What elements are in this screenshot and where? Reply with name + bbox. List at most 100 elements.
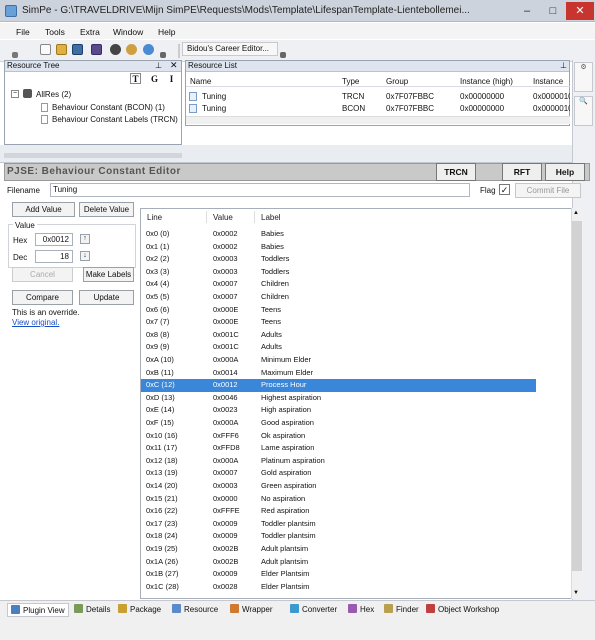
career-editor-dropdown[interactable]: Bidou's Career Editor... bbox=[182, 42, 278, 56]
col-line[interactable]: Line bbox=[147, 213, 162, 222]
open-folder-icon[interactable] bbox=[56, 44, 67, 55]
table-row[interactable]: 0x15 (21) 0x0000 No aspiration bbox=[141, 493, 536, 506]
table-row[interactable]: 0x1 (1) 0x0002 Babies bbox=[141, 241, 536, 254]
users-icon[interactable] bbox=[126, 44, 137, 55]
help-button[interactable]: Help bbox=[545, 163, 585, 181]
chevron-down-icon[interactable] bbox=[280, 52, 286, 58]
tgi-g-button[interactable]: G bbox=[149, 73, 160, 84]
tab-converter[interactable]: Converter bbox=[290, 603, 337, 617]
tab-resource[interactable]: Resource bbox=[172, 603, 218, 617]
table-row[interactable]: 0xD (13) 0x0046 Highest aspiration bbox=[141, 392, 536, 405]
close-file-icon[interactable] bbox=[110, 44, 121, 55]
col-type[interactable]: Type bbox=[342, 77, 359, 86]
view-original-link[interactable]: View original. bbox=[12, 318, 59, 327]
table-row[interactable]: 0x2 (2) 0x0003 Toddlers bbox=[141, 253, 536, 266]
close-button[interactable]: ✕ bbox=[566, 2, 594, 20]
tab-finder[interactable]: Finder bbox=[384, 603, 419, 617]
col-group[interactable]: Group bbox=[386, 77, 408, 86]
tree-item-trcn[interactable]: Behaviour Constant Labels (TRCN) (1) bbox=[52, 115, 180, 124]
table-row[interactable]: 0x6 (6) 0x000E Teens bbox=[141, 304, 536, 317]
save-icon[interactable] bbox=[72, 44, 83, 55]
flag-checkbox[interactable]: ✓ bbox=[499, 184, 510, 195]
tab-details[interactable]: Details bbox=[74, 603, 110, 617]
menu-file[interactable]: File bbox=[16, 27, 30, 37]
side-tab-search[interactable]: 🔍 bbox=[574, 96, 593, 126]
table-row[interactable]: 0xB (11) 0x0014 Maximum Elder bbox=[141, 367, 536, 380]
table-row[interactable]: 0x9 (9) 0x001C Adults bbox=[141, 341, 536, 354]
pin-icon[interactable]: ⊥ bbox=[560, 61, 567, 70]
close-icon[interactable]: ✕ bbox=[170, 60, 178, 71]
tab-hex[interactable]: Hex bbox=[348, 603, 374, 617]
table-row[interactable]: 0x1A (26) 0x002B Adult plantsim bbox=[141, 556, 536, 569]
table-row[interactable]: 0x0 (0) 0x0002 Babies bbox=[141, 228, 536, 241]
make-labels-button[interactable]: Make Labels bbox=[83, 267, 134, 282]
maximize-button[interactable]: □ bbox=[540, 2, 566, 20]
table-row[interactable]: 0x11 (17) 0xFFD8 Lame aspiration bbox=[141, 442, 536, 455]
table-row[interactable]: 0xE (14) 0x0023 High aspiration bbox=[141, 404, 536, 417]
table-row[interactable]: 0x10 (16) 0xFFF6 Ok aspiration bbox=[141, 430, 536, 443]
scroll-down-icon[interactable]: ▼ bbox=[573, 590, 579, 596]
col-name[interactable]: Name bbox=[190, 77, 211, 86]
filename-input[interactable]: Tuning bbox=[50, 183, 470, 197]
tab-wrapper[interactable]: Wrapper bbox=[230, 603, 273, 617]
commit-file-button[interactable]: Commit File bbox=[515, 183, 581, 198]
collapse-icon[interactable]: − bbox=[11, 90, 19, 98]
row-name[interactable]: Tuning bbox=[202, 104, 226, 113]
table-row[interactable]: 0x18 (24) 0x0009 Toddler plantsim bbox=[141, 530, 536, 543]
arrow-up-icon[interactable]: ↑ bbox=[80, 234, 90, 244]
arrow-down-icon[interactable]: ↓ bbox=[80, 251, 90, 261]
scroll-up-icon[interactable]: ▲ bbox=[573, 210, 579, 216]
hscrollbar[interactable] bbox=[186, 116, 570, 124]
tab-object-workshop[interactable]: Object Workshop bbox=[426, 603, 499, 617]
tree-root[interactable]: AllRes (2) bbox=[36, 90, 71, 99]
new-file-icon[interactable] bbox=[40, 44, 51, 55]
save-all-icon[interactable] bbox=[91, 44, 102, 55]
rft-button[interactable]: RFT bbox=[502, 163, 542, 181]
splitter[interactable] bbox=[4, 153, 182, 158]
pin-icon[interactable]: ⊥ bbox=[155, 61, 162, 70]
col-instance-high[interactable]: Instance (high) bbox=[460, 77, 513, 86]
col-instance[interactable]: Instance bbox=[533, 77, 563, 86]
tab-plugin-view[interactable]: Plugin View bbox=[7, 603, 69, 617]
add-value-button[interactable]: Add Value bbox=[12, 202, 75, 217]
cancel-button[interactable]: Cancel bbox=[12, 267, 73, 282]
table-row[interactable]: 0x5 (5) 0x0007 Children bbox=[141, 291, 536, 304]
col-value[interactable]: Value bbox=[213, 213, 233, 222]
table-row[interactable]: 0x14 (20) 0x0003 Green aspiration bbox=[141, 480, 536, 493]
trcn-button[interactable]: TRCN bbox=[436, 163, 476, 181]
tgi-i-button[interactable]: I bbox=[166, 73, 177, 84]
chevron-down-icon[interactable] bbox=[160, 52, 166, 58]
table-row[interactable]: 0x13 (19) 0x0007 Gold aspiration bbox=[141, 467, 536, 480]
compare-button[interactable]: Compare bbox=[12, 290, 73, 305]
table-row[interactable]: 0x16 (22) 0xFFFE Red aspiration bbox=[141, 505, 536, 518]
tgi-t-button[interactable]: T bbox=[130, 73, 141, 84]
side-tab-wrapper[interactable]: ⚙ bbox=[574, 62, 593, 92]
menu-window[interactable]: Window bbox=[113, 27, 143, 37]
delete-value-button[interactable]: Delete Value bbox=[79, 202, 134, 217]
menu-extra[interactable]: Extra bbox=[80, 27, 100, 37]
minimize-button[interactable]: – bbox=[514, 2, 540, 20]
table-row[interactable]: 0xA (10) 0x000A Minimum Elder bbox=[141, 354, 536, 367]
table-row[interactable]: 0x1C (28) 0x0028 Elder Plantsim bbox=[141, 581, 536, 594]
table-row[interactable]: 0x19 (25) 0x002B Adult plantsim bbox=[141, 543, 536, 556]
table-row[interactable]: 0x17 (23) 0x0009 Toddler plantsim bbox=[141, 518, 536, 531]
menu-help[interactable]: Help bbox=[158, 27, 175, 37]
table-row[interactable]: 0x8 (8) 0x001C Adults bbox=[141, 329, 536, 342]
dec-field[interactable]: 18 bbox=[35, 250, 73, 263]
menu-tools[interactable]: Tools bbox=[45, 27, 65, 37]
table-row[interactable]: 0xC (12) 0x0012 Process Hour bbox=[141, 379, 536, 392]
update-button[interactable]: Update bbox=[79, 290, 134, 305]
table-row[interactable]: 0x12 (18) 0x000A Platinum aspiration bbox=[141, 455, 536, 468]
table-row[interactable]: 0x3 (3) 0x0003 Toddlers bbox=[141, 266, 536, 279]
scroll-thumb[interactable] bbox=[572, 221, 582, 571]
hex-field[interactable]: 0x0012 bbox=[35, 233, 73, 246]
table-row[interactable]: 0x7 (7) 0x000E Teens bbox=[141, 316, 536, 329]
tab-package[interactable]: Package bbox=[118, 603, 161, 617]
table-row[interactable]: 0x1B (27) 0x0009 Elder Plantsim bbox=[141, 568, 536, 581]
search-icon[interactable] bbox=[143, 44, 154, 55]
row-name[interactable]: Tuning bbox=[202, 92, 226, 101]
table-row[interactable]: 0xF (15) 0x000A Good aspiration bbox=[141, 417, 536, 430]
col-label[interactable]: Label bbox=[261, 213, 281, 222]
table-row[interactable]: 0x4 (4) 0x0007 Children bbox=[141, 278, 536, 291]
tree-item-bcon[interactable]: Behaviour Constant (BCON) (1) bbox=[52, 103, 165, 112]
